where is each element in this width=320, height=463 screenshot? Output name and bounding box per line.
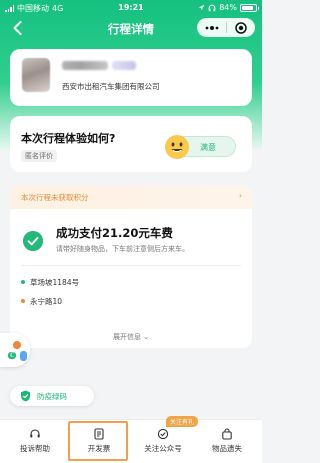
tab-issue-invoice[interactable]: 开发票 <box>69 420 129 463</box>
tab-label: 关注公众号 <box>144 444 182 453</box>
status-bar: 中国移动 4G 19:21 84% <box>0 0 262 16</box>
divider <box>21 265 241 266</box>
anonymous-tag: 匿名评价 <box>21 150 57 162</box>
points-banner-text: 本次行程未获取积分 <box>21 193 89 202</box>
ride-badge-icon: ℂ <box>8 352 17 359</box>
points-banner[interactable]: 本次行程未获取积分 › <box>10 185 252 209</box>
payment-reminder: 请带好随身物品，下车前注意侧后方来车。 <box>56 245 189 253</box>
tab-label: 物品遗失 <box>212 444 242 453</box>
tab-complaint-help[interactable]: 投诉帮助 <box>5 420 65 463</box>
driver-card: 西安市出租汽车集团有限公司 <box>10 49 252 106</box>
location-pin-icon <box>13 341 21 349</box>
start-point-dot <box>21 280 25 284</box>
follow-gift-badge: 关注有礼 <box>166 416 199 427</box>
floating-ride-widget[interactable]: ℂ <box>0 333 30 367</box>
rating-question: 本次行程体验如何? <box>21 132 116 145</box>
tab-label: 开发票 <box>87 444 111 453</box>
end-address: 永宁路10 <box>30 297 63 306</box>
payment-card: 本次行程未获取积分 › 成功支付21.20元车费 请带好随身物品，下车前注意侧后… <box>10 185 252 348</box>
headset-icon <box>30 429 40 438</box>
more-icon[interactable] <box>205 25 219 31</box>
chevron-right-icon: › <box>239 191 242 200</box>
expand-info-button[interactable]: 展开信息 ⌄ <box>10 332 252 342</box>
driver-avatar <box>22 58 50 92</box>
phone-icon <box>20 351 27 361</box>
bag-icon <box>222 428 232 440</box>
mini-program-capsule <box>197 18 255 37</box>
battery-percent: 84% <box>219 3 237 12</box>
check-circle-icon <box>23 231 43 251</box>
location-icon <box>198 4 205 11</box>
tab-lost-items[interactable]: 物品遗失 <box>197 420 257 463</box>
capsule-divider <box>226 22 228 33</box>
bottom-tab-bar: 投诉帮助 开发票 关注公众号 物品遗失 <box>0 419 262 463</box>
smiley-face-icon <box>165 135 189 159</box>
start-address: 草场坡1184号 <box>30 278 80 287</box>
payment-status-title: 成功支付21.20元车费 <box>56 226 173 240</box>
close-target-icon[interactable] <box>235 21 247 34</box>
green-code-label: 防疫绿码 <box>37 392 67 401</box>
follow-icon <box>157 428 169 440</box>
status-right: 84% <box>198 3 259 12</box>
invoice-icon <box>94 428 104 440</box>
nav-bar: 行程详情 <box>0 16 262 40</box>
green-code-button[interactable]: 防疫绿码 <box>10 386 94 406</box>
satisfied-label: 满意 <box>200 143 216 152</box>
plate-number-redacted <box>112 61 136 70</box>
tab-label: 投诉帮助 <box>20 444 50 453</box>
driver-name-redacted <box>62 61 108 70</box>
headphones-icon <box>208 4 216 11</box>
satisfied-button[interactable]: 满意 <box>165 135 236 159</box>
shield-check-icon <box>21 390 30 402</box>
end-point-dot <box>21 299 25 303</box>
driver-company: 西安市出租汽车集团有限公司 <box>62 82 160 91</box>
battery-icon <box>240 3 259 12</box>
rating-card: 本次行程体验如何? 匿名评价 满意 <box>10 116 252 172</box>
